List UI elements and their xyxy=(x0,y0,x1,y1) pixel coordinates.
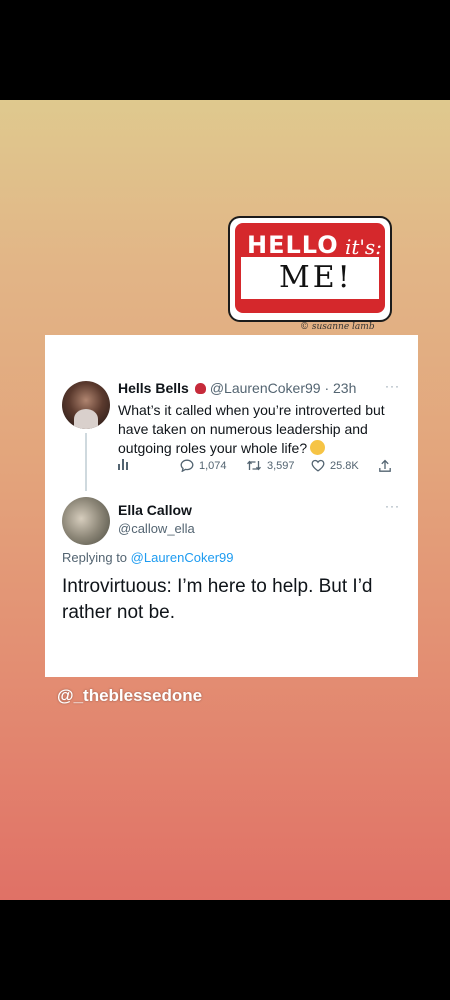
replying-to-label: Replying to xyxy=(62,550,128,565)
original-tweet: Hells Bells @LaurenCoker99 · 23h What’s i… xyxy=(118,380,403,458)
more-options-icon[interactable]: ··· xyxy=(385,499,400,513)
bottom-letterbox xyxy=(0,900,450,1000)
share-button[interactable] xyxy=(378,459,392,473)
reply-author-name[interactable]: Ella Callow xyxy=(118,502,195,518)
retweet-count: 3,597 xyxy=(267,459,295,472)
tweet-actions: 1,074 3,597 25.8K xyxy=(118,459,403,475)
reply-icon xyxy=(180,459,194,472)
sticker-its-text: it's: xyxy=(345,235,382,259)
share-icon xyxy=(379,459,391,472)
tweet-text-wrap: What’s it called when you’re introverted… xyxy=(118,401,403,458)
watermark: @_theblessedone xyxy=(57,686,203,705)
thread-line xyxy=(85,433,87,491)
like-icon xyxy=(311,459,325,472)
author-name[interactable]: Hells Bells xyxy=(118,380,189,396)
tweet-text: What’s it called when you’re introverted… xyxy=(118,402,385,456)
replying-to-link[interactable]: @LaurenCoker99 xyxy=(131,550,234,565)
replying-to: Replying to @LaurenCoker99 xyxy=(62,550,234,565)
reply-author-handle[interactable]: @callow_ella xyxy=(118,521,195,536)
rose-icon xyxy=(194,383,206,394)
sticker-name-area: ME! xyxy=(235,257,385,299)
stats-button[interactable] xyxy=(118,459,130,470)
reply-count: 1,074 xyxy=(199,459,227,472)
retweet-button[interactable]: 3,597 xyxy=(246,459,295,472)
sticker-name-text: ME! xyxy=(279,260,353,295)
tweet-card: ··· Hells Bells @LaurenCoker99 · 23h What… xyxy=(45,335,418,677)
tweet-header: Hells Bells @LaurenCoker99 · 23h xyxy=(118,380,403,398)
reply-text: Introvirtuous: I’m here to help. But I’d… xyxy=(62,576,373,623)
reply-button[interactable]: 1,074 xyxy=(180,459,227,472)
reply-header: Ella Callow @callow_ella xyxy=(118,502,195,536)
retweet-icon xyxy=(247,460,261,471)
top-letterbox xyxy=(0,0,450,100)
sticker-hello-text: HELLO xyxy=(247,231,339,259)
like-count: 25.8K xyxy=(330,459,359,472)
avatar[interactable] xyxy=(62,381,110,429)
artist-credit: © susanne lamb xyxy=(300,322,375,332)
author-handle[interactable]: @LaurenCoker99 · 23h xyxy=(210,380,357,396)
avatar[interactable] xyxy=(62,497,110,545)
hello-name-tag-sticker: HELLO it's: ME! xyxy=(230,218,390,320)
stats-icon xyxy=(118,459,130,470)
laughing-emoji-icon xyxy=(310,440,326,455)
sticker-header: HELLO it's: xyxy=(235,223,385,259)
like-button[interactable]: 25.8K xyxy=(311,459,359,472)
sticker-footer xyxy=(235,299,385,313)
